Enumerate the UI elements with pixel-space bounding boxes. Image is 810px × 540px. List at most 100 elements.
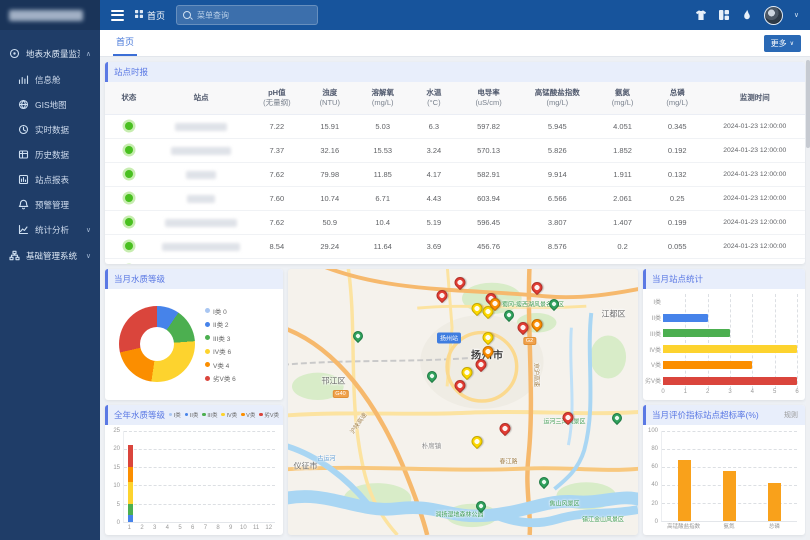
sidebar-item-6[interactable]: 统计分析∨ <box>0 217 100 242</box>
station-pin-yellow[interactable] <box>472 303 483 314</box>
map-poi-pin <box>427 371 437 381</box>
alert-icon <box>18 199 29 210</box>
legend-dot <box>205 335 210 340</box>
sidebar-item-4[interactable]: 站点报表 <box>0 167 100 192</box>
logo-redacted <box>9 10 83 21</box>
legend-dot <box>241 413 245 417</box>
legend-label: I类 0 <box>213 306 227 316</box>
pin-icon <box>452 274 468 290</box>
table-row: 7.9633.083.435.58641.957.893.0640.892024… <box>105 259 805 265</box>
x-tick-label: 12 <box>262 525 275 531</box>
value-cell: 0.132 <box>650 163 705 187</box>
time-cell: 2024-01-23 12:00:00 <box>705 259 805 265</box>
status-cell <box>105 115 153 139</box>
pin-icon <box>480 330 496 346</box>
yearly-legend: I类II类III类IV类V类劣V类 <box>169 411 279 419</box>
sidebar-item-5[interactable]: 预警管理 <box>0 192 100 217</box>
value-cell: 7.60 <box>250 187 305 211</box>
x-tick-label: 8 <box>212 525 225 531</box>
sidebar-item-3[interactable]: 历史数据 <box>0 142 100 167</box>
layout-icon[interactable] <box>718 9 730 21</box>
search-input[interactable] <box>195 10 311 21</box>
legend-item: 劣V类 <box>259 411 279 419</box>
value-cell: 0.25 <box>650 187 705 211</box>
window-scrollbar[interactable] <box>806 57 810 540</box>
panel-title: 站点时报 <box>114 66 148 78</box>
station-cell <box>153 139 250 163</box>
value-cell: 9.914 <box>519 163 595 187</box>
station-pin-red[interactable] <box>563 412 574 423</box>
value-cell: 15.53 <box>355 139 410 163</box>
table-row: 7.6279.9811.854.17582.919.9141.9110.1322… <box>105 163 805 187</box>
station-pin-red[interactable] <box>475 359 486 370</box>
station-table-wrap: 状态站点pH值(无量纲)浊度(NTU)溶解氧(mg/L)水温(°C)电导率(uS… <box>105 82 805 264</box>
donut-ring <box>119 306 195 382</box>
sidebar-toggle-icon[interactable] <box>111 10 124 21</box>
value-cell: 5.58 <box>410 259 458 265</box>
scrollbar-thumb[interactable] <box>806 60 810 148</box>
bar-row <box>663 357 797 373</box>
tab-home[interactable]: 首页 <box>113 35 137 56</box>
station-cell <box>153 211 250 235</box>
map[interactable]: 扬州市江都区仪征市邗江区朴席镇蜀冈-瘦西湖风景名胜区运河三湾风景区润扬湿地森林公… <box>288 269 638 535</box>
station-pin-orange[interactable] <box>489 298 500 309</box>
value-cell: 32.16 <box>304 139 355 163</box>
legend-item: II类 2 <box>205 319 236 329</box>
poi-pin-icon <box>424 369 438 383</box>
station-pin-yellow[interactable] <box>482 332 493 343</box>
flame-icon[interactable] <box>741 9 753 21</box>
value-cell: 2.061 <box>595 187 650 211</box>
station-pin-red[interactable] <box>454 380 465 391</box>
sidebar-item-0[interactable]: 信息舱 <box>0 67 100 92</box>
station-pin-orange[interactable] <box>531 319 542 330</box>
table-row: 7.6010.746.714.43603.946.5662.0610.25202… <box>105 187 805 211</box>
dashboard-icon <box>18 74 29 85</box>
value-cell: 582.91 <box>458 163 520 187</box>
topbar-actions: ∨ <box>695 6 799 25</box>
y-tick-label: 60 <box>651 464 658 470</box>
menu-search-box[interactable] <box>176 5 318 25</box>
x-tick-label: 4 <box>751 389 754 395</box>
table-row: 8.5429.2411.643.69456.768.5760.20.055202… <box>105 235 805 259</box>
table-row: 7.2215.915.036.3597.825.9454.0510.345202… <box>105 115 805 139</box>
sidebar-item-label: GIS地图 <box>35 99 91 111</box>
column-header: 站点 <box>153 82 250 115</box>
pin-icon <box>560 410 576 426</box>
shirt-icon[interactable] <box>695 9 707 21</box>
sidebar-group-label: 基础管理系统 <box>26 250 80 262</box>
chevron-down-icon[interactable]: ∨ <box>794 11 799 19</box>
station-pin-yellow[interactable] <box>472 436 483 447</box>
bar-segment <box>128 504 133 515</box>
station-pin-red[interactable] <box>454 277 465 288</box>
station-pin-orange[interactable] <box>482 346 493 357</box>
bars <box>662 431 797 522</box>
sidebar-group-1[interactable]: 基础管理系统∨ <box>0 242 100 269</box>
legend-label: 劣V类 6 <box>213 373 236 383</box>
app-window: 地表水质量监测系统∧信息舱GIS地图实时数据历史数据站点报表预警管理统计分析∨基… <box>0 0 810 540</box>
value-cell: 8.576 <box>519 235 595 259</box>
time-cell: 2024-01-23 12:00:00 <box>705 139 805 163</box>
bar-slot <box>124 431 137 523</box>
more-button[interactable]: 更多 ∨ <box>764 35 801 52</box>
sidebar-group-0[interactable]: 地表水质量监测系统∧ <box>0 40 100 67</box>
poi-pin-icon <box>473 499 487 513</box>
bars <box>663 294 797 389</box>
station-pin-red[interactable] <box>500 423 511 434</box>
breadcrumb[interactable]: 首页 <box>135 9 165 22</box>
station-pin-red[interactable] <box>437 290 448 301</box>
sidebar-item-1[interactable]: GIS地图 <box>0 92 100 117</box>
station-pin-yellow[interactable] <box>461 367 472 378</box>
value-cell: 0.345 <box>650 115 705 139</box>
bar-slot <box>174 431 187 523</box>
x-tick-label: 5 <box>174 525 187 531</box>
station-table: 状态站点pH值(无量纲)浊度(NTU)溶解氧(mg/L)水温(°C)电导率(uS… <box>105 82 805 264</box>
x-tick-label: 11 <box>250 525 263 531</box>
station-pin-red[interactable] <box>517 322 528 333</box>
user-avatar[interactable] <box>764 6 783 25</box>
rules-link[interactable]: 规则 <box>784 410 798 420</box>
station-pin-red[interactable] <box>531 282 542 293</box>
value-cell: 7.89 <box>519 259 595 265</box>
sidebar-item-2[interactable]: 实时数据 <box>0 117 100 142</box>
map-poi-pin <box>612 413 622 423</box>
legend-item: I类 0 <box>205 306 236 316</box>
